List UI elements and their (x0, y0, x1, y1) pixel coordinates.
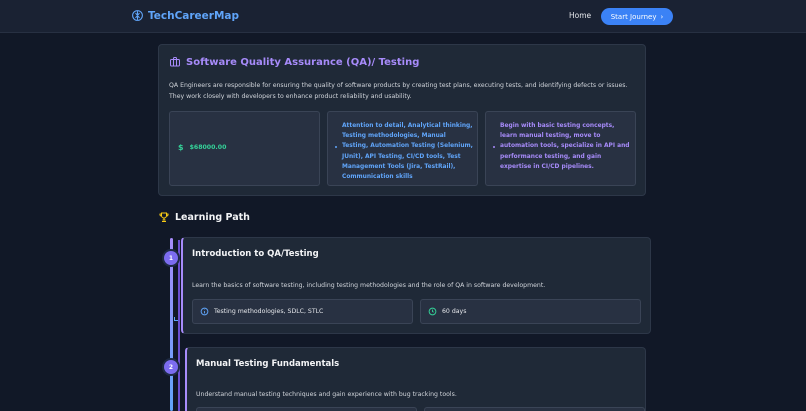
step-number-badge: 1 (164, 251, 178, 265)
step-duration-text: 60 days (442, 308, 467, 315)
clock-icon (428, 307, 437, 316)
step-description: Learn the basics of software testing, in… (192, 282, 546, 289)
brain-icon (132, 10, 143, 21)
skills-card: Attention to detail, Analytical thinking… (327, 111, 478, 186)
step-title: Introduction to QA/Testing (192, 249, 319, 259)
salary-card: $ $68000.00 (169, 111, 320, 186)
nav-home-link[interactable]: Home (569, 11, 591, 20)
step-duration: 60 days (420, 299, 641, 324)
chevron-right-icon: › (660, 12, 664, 21)
start-journey-button[interactable]: Start Journey › (601, 8, 673, 25)
step-topics: Testing methodologies, SDLC, STLC (192, 299, 413, 324)
bullet-dot (493, 146, 495, 148)
learning-path-heading: Learning Path (158, 211, 250, 223)
learning-step-card: Introduction to QA/Testing Learn the bas… (181, 237, 651, 334)
advice-text: Begin with basic testing concepts, learn… (500, 123, 630, 170)
step-duration (424, 407, 645, 411)
career-title-row: Software Quality Assurance (QA)/ Testing (169, 56, 419, 68)
learning-path-title: Learning Path (175, 211, 250, 223)
step-number-badge: 2 (164, 360, 178, 374)
timeline-connector (174, 317, 178, 321)
start-journey-label: Start Journey (610, 12, 657, 21)
career-overview-card: Software Quality Assurance (QA)/ Testing… (158, 44, 646, 196)
trophy-icon (159, 212, 169, 222)
salary-value: $68000.00 (189, 144, 227, 151)
skills-text: Attention to detail, Analytical thinking… (342, 123, 473, 181)
step-topics (196, 407, 417, 411)
top-navbar: TechCareerMap Home Start Journey › (0, 0, 806, 33)
logo-text: TechCareerMap (148, 9, 240, 22)
step-title: Manual Testing Fundamentals (196, 359, 340, 369)
step-description: Understand manual testing techniques and… (196, 391, 457, 398)
learning-step-card: Manual Testing Fundamentals Understand m… (185, 347, 646, 411)
timeline-accent-line (178, 240, 180, 411)
career-title: Software Quality Assurance (QA)/ Testing (186, 56, 420, 68)
dollar-icon: $ (178, 143, 184, 152)
logo[interactable]: TechCareerMap (131, 9, 239, 22)
step-topics-text: Testing methodologies, SDLC, STLC (214, 308, 324, 315)
briefcase-icon (170, 57, 180, 67)
bullet-dot (335, 146, 337, 148)
info-icon (200, 307, 209, 316)
advice-card: Begin with basic testing concepts, learn… (485, 111, 636, 186)
career-description: QA Engineers are responsible for ensurin… (169, 82, 628, 100)
